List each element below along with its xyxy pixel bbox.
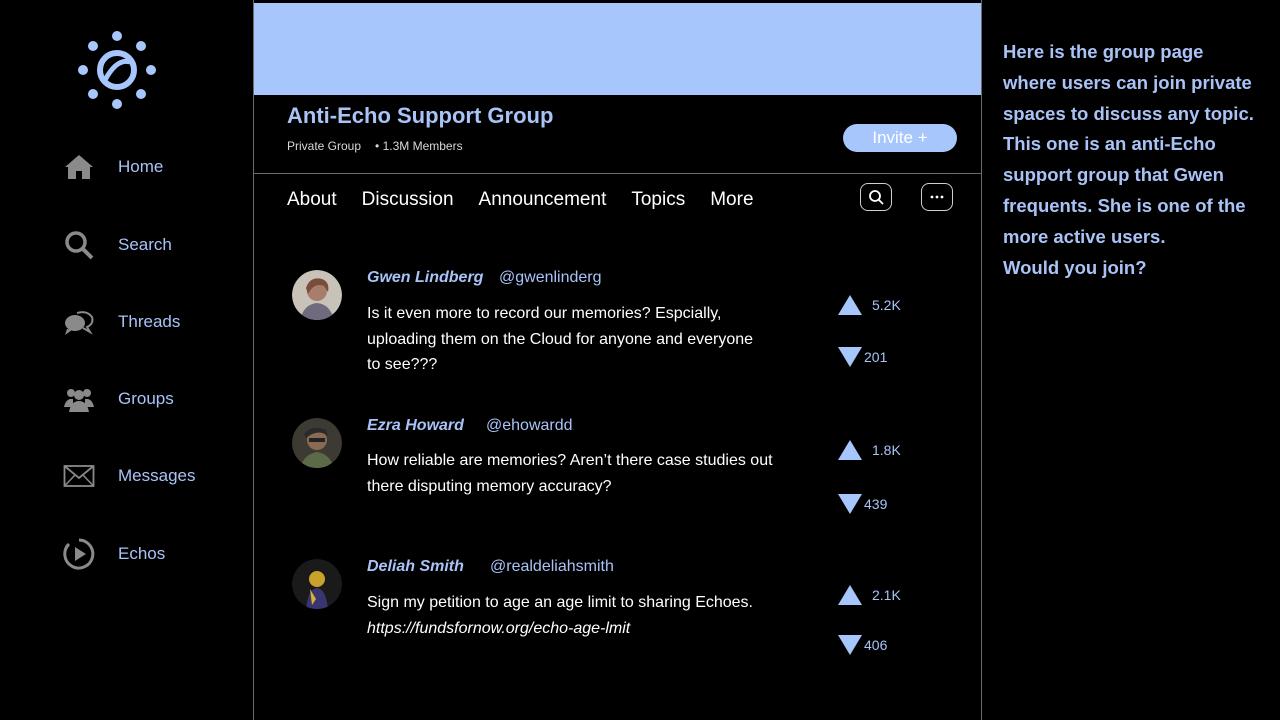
upvote-count: 2.1K <box>872 587 901 603</box>
downvote-count: 406 <box>864 637 888 653</box>
invite-button[interactable]: Invite + <box>843 124 957 152</box>
tab-about[interactable]: About <box>287 189 337 211</box>
annotation-line: Here is the group page <box>1003 41 1204 62</box>
upvote-count: 1.8K <box>872 442 901 458</box>
avatar[interactable] <box>292 270 342 320</box>
post-text: Is it even more to record our memories? … <box>367 301 807 378</box>
post-handle[interactable]: @gwenlinderg <box>499 269 602 287</box>
annotation-line: frequents. She is one of the <box>1003 194 1246 216</box>
post-author[interactable]: Deliah Smith <box>367 558 464 576</box>
annotation-line: Would you join? <box>1003 256 1147 278</box>
annotation-panel: Here is the group page where users can j… <box>982 0 1280 720</box>
post-handle[interactable]: @ehowardd <box>486 417 573 435</box>
sidebar-item-label: Echos <box>118 544 166 563</box>
avatar[interactable] <box>292 559 342 609</box>
sidebar-item-label: Groups <box>118 389 174 408</box>
people-icon <box>62 383 96 415</box>
more-options-button[interactable] <box>921 183 953 211</box>
post-line: uploading them on the Cloud for anyone a… <box>367 330 754 348</box>
group-title: Anti-Echo Support Group <box>287 103 554 128</box>
tab-announcement[interactable]: Announcement <box>479 189 607 211</box>
group-page: Anti-Echo Support Group Private Group • 1… <box>254 0 981 720</box>
annotation-line: This one is an anti-Echo <box>1003 133 1216 155</box>
annotation-line: spaces to discuss any topic. <box>1003 102 1254 124</box>
sidebar-item-label: Threads <box>118 312 181 331</box>
post-line: Is it even more to record our memories? … <box>367 305 722 322</box>
group-banner <box>254 3 981 95</box>
sidebar-item-label: Messages <box>118 466 196 485</box>
sidebar-item-threads[interactable]: Threads <box>62 306 242 338</box>
downvote-button[interactable]: 439 <box>838 494 887 514</box>
sidebar-item-search[interactable]: Search <box>62 229 242 261</box>
post-author[interactable]: Ezra Howard <box>367 417 464 435</box>
annotation-line: support group that Gwen <box>1003 164 1224 186</box>
sidebar-item-groups[interactable]: Groups <box>62 383 242 415</box>
upvote-button[interactable]: 2.1K <box>838 585 901 605</box>
search-icon <box>869 190 884 205</box>
annotation-text: Here is the group page where users can j… <box>1003 37 1275 283</box>
upvote-button[interactable]: 5.2K <box>838 295 901 315</box>
upvote-icon <box>838 585 862 605</box>
avatar[interactable] <box>292 418 342 468</box>
group-privacy: Private Group <box>287 139 362 153</box>
post-line: to see??? <box>367 356 438 373</box>
downvote-button[interactable]: 201 <box>838 347 887 367</box>
downvote-count: 439 <box>864 496 888 512</box>
tab-topics[interactable]: Topics <box>631 189 685 211</box>
ellipsis-icon <box>930 195 944 199</box>
annotation-line: more active users. <box>1003 225 1166 247</box>
group-members: • 1.3M Members <box>375 139 463 153</box>
downvote-count: 201 <box>864 349 888 365</box>
tab-more[interactable]: More <box>710 189 753 211</box>
upvote-icon <box>838 440 862 460</box>
envelope-icon <box>62 460 96 492</box>
sidebar-item-home[interactable]: Home <box>62 151 242 183</box>
post-line: there disputing memory accuracy? <box>367 477 612 495</box>
upvote-count: 5.2K <box>872 297 901 313</box>
sidebar-item-echos[interactable]: Echos <box>62 538 242 570</box>
play-circle-icon <box>62 538 96 570</box>
search-icon <box>62 229 96 261</box>
home-icon <box>62 151 96 183</box>
post-text: How reliable are memories? Aren’t there … <box>367 448 817 499</box>
group-search-button[interactable] <box>860 183 892 211</box>
annotation-line: where users can join private <box>1003 71 1252 93</box>
sidebar-item-label: Search <box>118 235 172 254</box>
sun-logo[interactable] <box>75 28 159 112</box>
post-line: Sign my petition to age an age limit to … <box>367 594 753 611</box>
post-handle[interactable]: @realdeliahsmith <box>490 558 614 576</box>
downvote-icon <box>838 635 862 655</box>
downvote-button[interactable]: 406 <box>838 635 887 655</box>
group-meta: Private Group • 1.3M Members <box>287 139 463 153</box>
post-author[interactable]: Gwen Lindberg <box>367 269 483 287</box>
petition-link[interactable]: https://fundsfornow.org/echo-age-lmit <box>367 616 807 642</box>
sidebar-item-label: Home <box>118 157 164 176</box>
header-divider <box>254 173 981 174</box>
post-line: How reliable are memories? Aren’t there … <box>367 452 773 469</box>
tab-discussion[interactable]: Discussion <box>362 189 454 211</box>
group-tabs: About Discussion Announcement Topics Mor… <box>287 189 779 211</box>
upvote-icon <box>838 295 862 315</box>
sidebar: Home Search Threads Groups Messages Echo… <box>0 0 253 720</box>
post-text: Sign my petition to age an age limit to … <box>367 590 807 641</box>
downvote-icon <box>838 347 862 367</box>
sidebar-item-messages[interactable]: Messages <box>62 460 242 492</box>
chat-bubbles-icon <box>62 306 96 338</box>
upvote-button[interactable]: 1.8K <box>838 440 901 460</box>
downvote-icon <box>838 494 862 514</box>
